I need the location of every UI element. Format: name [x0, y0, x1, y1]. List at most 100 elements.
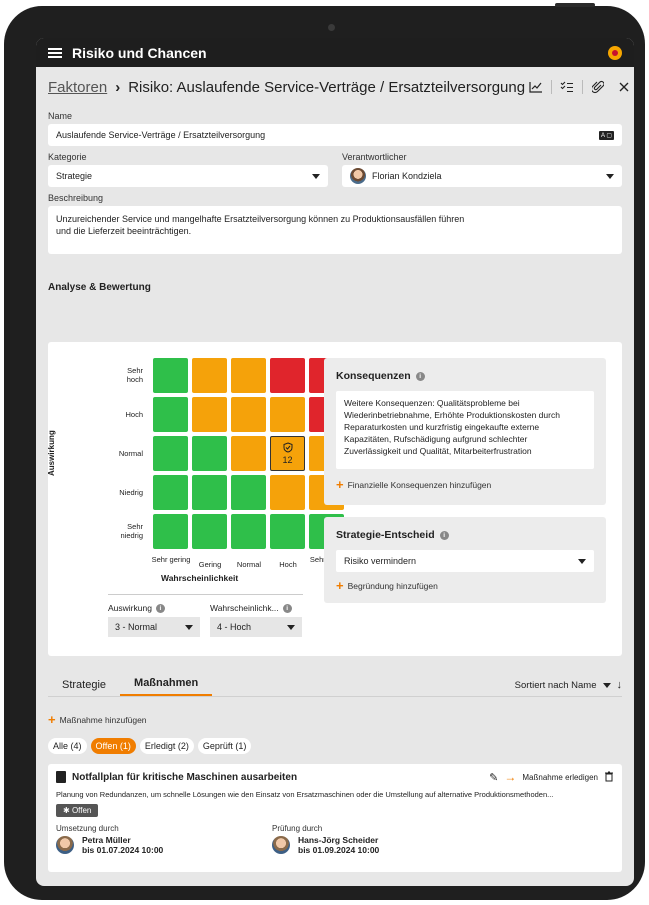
info-icon[interactable]: i — [415, 371, 425, 381]
measure-actions: ✎ → Maßnahme erledigen — [489, 770, 614, 784]
description-line: und die Lieferzeit beeinträchtigen. — [56, 226, 192, 236]
filter-done[interactable]: Erledigt (2) — [139, 738, 194, 754]
status-label: Offen — [71, 806, 92, 815]
power-button — [555, 3, 595, 7]
risk-cell[interactable] — [153, 358, 188, 393]
rating-selects: Auswirkung i 3 - Normal Wahrscheinlichk.… — [108, 594, 303, 637]
risk-cell-selected[interactable]: 12 — [270, 436, 305, 471]
probability-select[interactable]: 4 - Hoch — [210, 617, 302, 637]
probability-select-label: Wahrscheinlichk... i — [210, 603, 302, 613]
x-tick-label: Normal — [236, 560, 262, 569]
sort-direction-icon[interactable]: ↓ — [617, 679, 623, 691]
add-justification-link[interactable]: + Begründung hinzufügen — [336, 578, 594, 593]
text-format-icon[interactable]: A ▢ — [598, 130, 614, 140]
responsibles: Umsetzung durch Petra Müller bis 01.07.2… — [56, 824, 614, 855]
filter-all[interactable]: Alle (4) — [48, 738, 87, 754]
owner-select[interactable]: Florian Kondziela — [342, 165, 622, 187]
impact-value: 3 - Normal — [115, 622, 158, 632]
tab-measures[interactable]: Maßnahmen — [120, 677, 213, 696]
risk-cell[interactable] — [231, 514, 266, 549]
consequences-card: Konsequenzen i Weitere Konsequenzen: Qua… — [324, 358, 606, 505]
probability-value: 4 - Hoch — [217, 622, 252, 632]
impact-select[interactable]: 3 - Normal — [108, 617, 200, 637]
edit-pencil-icon[interactable]: ✎ — [489, 771, 498, 784]
measure-description: Planung von Redundanzen, um schnelle Lös… — [56, 790, 554, 799]
measure-card[interactable]: Notfallplan für kritische Maschinen ausa… — [48, 764, 622, 872]
name-field[interactable]: Auslaufende Service-Verträge / Ersatztei… — [48, 124, 622, 146]
y-axis-label: Auswirkung — [47, 430, 56, 476]
implementer-name: Petra Müller — [82, 835, 131, 845]
add-justification-label: Begründung hinzufügen — [347, 580, 438, 591]
close-icon[interactable] — [613, 77, 634, 97]
attachment-icon[interactable] — [587, 77, 609, 97]
risk-cell[interactable] — [192, 514, 227, 549]
risk-cell[interactable] — [153, 514, 188, 549]
filter-checked[interactable]: Geprüft (1) — [197, 738, 252, 754]
trash-icon[interactable] — [604, 771, 614, 784]
consequences-title-text: Konsequenzen — [336, 370, 411, 382]
y-tick-label: Sehr hoch — [126, 366, 143, 384]
info-icon[interactable]: i — [282, 603, 292, 613]
risk-cell[interactable] — [192, 358, 227, 393]
implementation-block: Umsetzung durch Petra Müller bis 01.07.2… — [56, 824, 272, 855]
breadcrumb-parent-link[interactable]: Faktoren — [48, 79, 107, 96]
avatar — [272, 836, 290, 854]
toolbar-divider — [582, 80, 584, 94]
description-label: Beschreibung — [48, 193, 104, 203]
toolbar-divider — [551, 80, 553, 94]
implementation-label: Umsetzung durch — [56, 824, 119, 833]
risk-cell[interactable] — [153, 397, 188, 432]
description-field[interactable]: Unzureichender Service und mangelhafte E… — [48, 206, 622, 254]
category-select[interactable]: Strategie — [48, 165, 328, 187]
consequences-text[interactable]: Weitere Konsequenzen: Qualitätsprobleme … — [336, 391, 594, 469]
hamburger-menu-icon[interactable] — [48, 46, 62, 60]
risk-cell[interactable] — [192, 397, 227, 432]
info-icon[interactable]: i — [439, 530, 449, 540]
risk-cell[interactable] — [153, 436, 188, 471]
selected-score: 12 — [282, 455, 293, 465]
risk-cell[interactable] — [231, 436, 266, 471]
clipboard-icon — [56, 771, 66, 783]
checklist-icon[interactable] — [556, 77, 578, 97]
risk-cell[interactable] — [192, 475, 227, 510]
y-tick-label: Niedrig — [119, 488, 143, 497]
chevron-down-icon — [287, 624, 295, 630]
tab-strategy[interactable]: Strategie — [48, 679, 120, 696]
risk-cell[interactable] — [153, 475, 188, 510]
risk-cell[interactable] — [231, 358, 266, 393]
avatar — [56, 836, 74, 854]
add-measure-link[interactable]: + Maßnahme hinzufügen — [48, 712, 147, 727]
risk-cell[interactable] — [270, 358, 305, 393]
tablet-frame: Risiko und Chancen Faktoren › Risiko: Au… — [4, 3, 645, 900]
info-icon[interactable]: i — [155, 603, 165, 613]
x-tick-label: Gering — [198, 560, 222, 569]
app-screen: Risiko und Chancen Faktoren › Risiko: Au… — [36, 38, 634, 886]
owner-value: Florian Kondziela — [372, 171, 442, 181]
risk-cell[interactable] — [270, 475, 305, 510]
risk-cell[interactable] — [231, 397, 266, 432]
risk-cell[interactable] — [231, 475, 266, 510]
probability-label-text: Wahrscheinlichk... — [210, 603, 279, 613]
chevron-down-icon — [578, 558, 586, 564]
sort-control[interactable]: Sortiert nach Name ↓ — [515, 679, 622, 691]
consequences-title: Konsequenzen i — [336, 370, 594, 382]
chevron-down-icon — [602, 682, 611, 688]
add-financial-consequences-link[interactable]: + Finanzielle Konsequenzen hinzufügen — [336, 477, 594, 492]
consequences-line: Wiederinbetriebnahme, Erhöhte Produktion… — [344, 410, 560, 420]
front-camera — [328, 24, 335, 31]
risk-cell[interactable] — [192, 436, 227, 471]
x-tick-label: Hoch — [279, 560, 297, 569]
strategy-select[interactable]: Risiko vermindern — [336, 550, 594, 572]
complete-measure-button[interactable]: Maßnahme erledigen — [522, 773, 598, 782]
chart-icon[interactable] — [525, 77, 547, 97]
plus-icon: + — [48, 712, 56, 727]
risk-cell[interactable] — [270, 514, 305, 549]
category-value: Strategie — [56, 171, 93, 181]
filter-open[interactable]: Offen (1) — [90, 738, 136, 754]
shield-check-icon — [283, 442, 293, 455]
review-date: bis 01.09.2024 10:00 — [298, 845, 380, 855]
add-financial-label: Finanzielle Konsequenzen hinzufügen — [347, 479, 492, 490]
review-person: Hans-Jörg Scheider bis 01.09.2024 10:00 — [272, 835, 488, 855]
avatar — [350, 168, 366, 184]
risk-cell[interactable] — [270, 397, 305, 432]
